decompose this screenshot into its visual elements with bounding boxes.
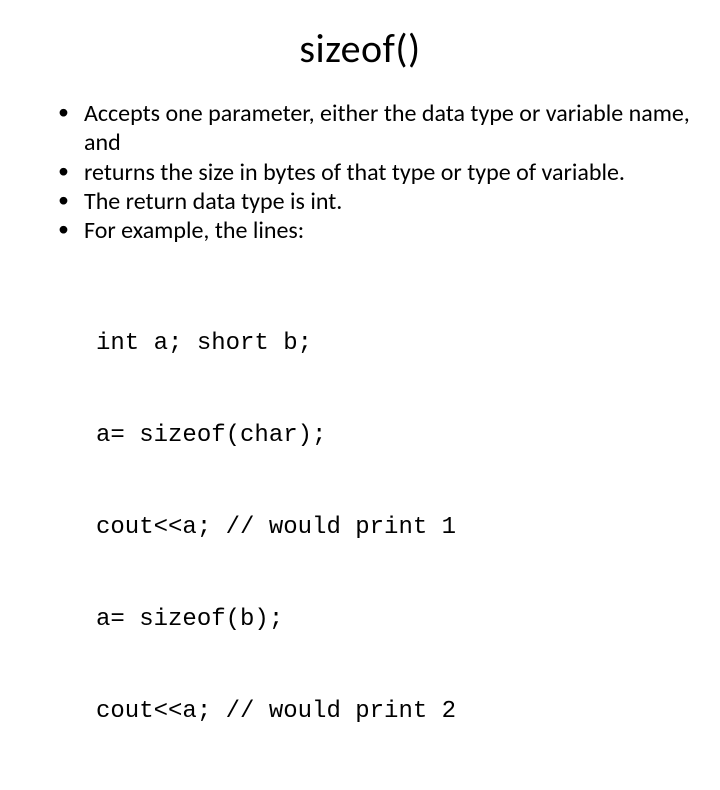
slide-title: sizeof() <box>28 24 692 73</box>
code-line: cout<<a; // would print 1 <box>96 513 692 544</box>
bullet-item: returns the size in bytes of that type o… <box>64 158 692 187</box>
code-line: int a; short b; <box>96 329 692 360</box>
code-line: a= sizeof(b); <box>96 605 692 636</box>
slide: sizeof() Accepts one parameter, either t… <box>0 0 720 540</box>
code-line: a= sizeof(char); <box>96 421 692 452</box>
code-example: int a; short b; a= sizeof(char); cout<<a… <box>96 267 692 789</box>
bullet-item: For example, the lines: <box>64 216 692 245</box>
code-line: cout<<a; // would print 2 <box>96 697 692 728</box>
bullet-item: The return data type is int. <box>64 187 692 216</box>
bullet-item: Accepts one parameter, either the data t… <box>64 99 692 158</box>
bullet-list: Accepts one parameter, either the data t… <box>28 99 692 245</box>
